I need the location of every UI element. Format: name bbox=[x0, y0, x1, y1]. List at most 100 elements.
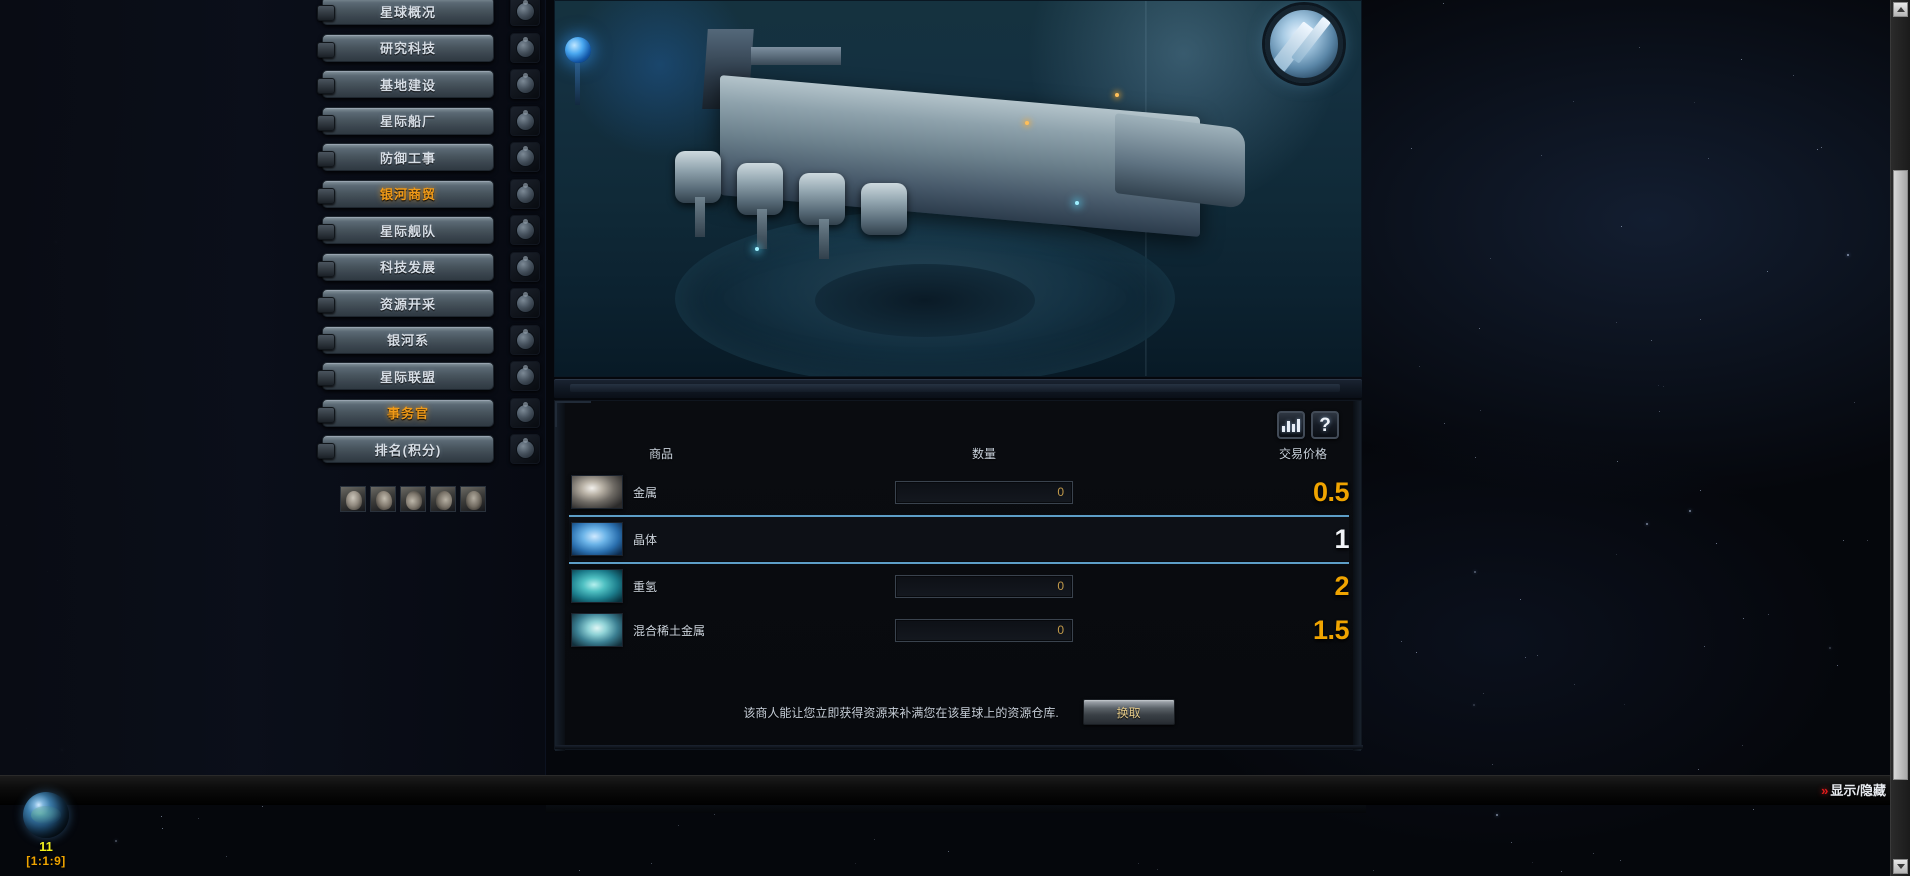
sidebar-item-5[interactable]: 银河商贸 bbox=[317, 179, 494, 208]
current-planet-widget[interactable]: 11 [1:1:9] bbox=[18, 792, 74, 868]
panel-left-rail bbox=[555, 401, 565, 751]
menu-row-10: 星际联盟 bbox=[317, 359, 540, 396]
center-content: ? 商品 数量 交易价格 金属 0.5 晶体 1 重氢 2 混合稀土金属 1.5 该商人能让您… bbox=[546, 0, 1366, 780]
menu-row-3: 星际船厂 bbox=[317, 104, 540, 141]
metal-resource-icon bbox=[571, 475, 623, 509]
sidebar-item-6[interactable]: 星际舰队 bbox=[317, 216, 494, 244]
avatar-2[interactable] bbox=[370, 486, 396, 512]
question-mark-glyph: ? bbox=[1319, 414, 1331, 436]
sidebar-item-label: 银河系 bbox=[386, 333, 429, 348]
table-header-row: 商品 数量 交易价格 bbox=[569, 445, 1349, 470]
planet-globe-icon[interactable] bbox=[23, 792, 69, 838]
scroll-down-button[interactable] bbox=[1893, 859, 1908, 874]
table-row: 金属 0.5 bbox=[569, 470, 1350, 514]
sidebar-item-8[interactable]: 资源开采 bbox=[317, 289, 494, 317]
sidebar-item-label: 星际舰队 bbox=[379, 223, 436, 239]
item-name: 金属 bbox=[633, 485, 658, 500]
panel-right-rail bbox=[1353, 401, 1361, 751]
avatar-5[interactable] bbox=[460, 486, 486, 512]
sidebar-item-label: 星际联盟 bbox=[379, 369, 436, 385]
table-row: 混合稀土金属 1.5 bbox=[569, 608, 1350, 652]
quantity-input[interactable] bbox=[895, 574, 1073, 598]
scrollbar-thumb[interactable] bbox=[1893, 170, 1908, 780]
sidebar-item-7[interactable]: 科技发展 bbox=[317, 252, 494, 281]
menu-row-1: 研究科技 bbox=[317, 31, 540, 68]
sidebar-knob-icon-0[interactable] bbox=[510, 0, 540, 26]
page-scrollbar[interactable] bbox=[1890, 0, 1910, 876]
avatar-1[interactable] bbox=[340, 486, 366, 512]
cell-price: 1.5 bbox=[1312, 614, 1350, 645]
sidebar-item-label: 星际船厂 bbox=[379, 114, 436, 129]
cell-quantity bbox=[819, 517, 1149, 561]
column-header-price: 交易价格 bbox=[1278, 447, 1327, 461]
menu-row-6: 星际舰队 bbox=[317, 213, 540, 250]
scroll-up-button[interactable] bbox=[1893, 2, 1908, 17]
sidebar-knob-icon-3[interactable] bbox=[510, 105, 540, 136]
merchant-trade-panel: ? 商品 数量 交易价格 金属 0.5 晶体 1 重氢 2 混合稀土金属 1.5 该商人能让您… bbox=[554, 400, 1363, 751]
bottom-status-bar bbox=[0, 775, 1890, 805]
main-navigation-menu: 星球概况研究科技基地建设星际船厂防御工事银河商贸星际舰队科技发展资源开采银河系星… bbox=[317, 0, 540, 469]
cell-quantity bbox=[819, 608, 1149, 652]
game-screen: 星球概况研究科技基地建设星际船厂防御工事银河商贸星际舰队科技发展资源开采银河系星… bbox=[0, 0, 1910, 876]
sidebar-item-0[interactable]: 星球概况 bbox=[317, 0, 494, 25]
sidebar-item-label: 科技发展 bbox=[379, 260, 436, 275]
price-chart-icon[interactable] bbox=[1277, 411, 1305, 439]
sidebar-knob-icon-2[interactable] bbox=[510, 69, 540, 99]
trade-footer: 该商人能让您立即获得资源来补满您在该星球上的资源仓库. 换取 bbox=[569, 699, 1349, 725]
cell-quantity bbox=[819, 470, 1149, 514]
hangar-banner-image bbox=[554, 0, 1362, 377]
sidebar-knob-icon-11[interactable] bbox=[510, 397, 540, 428]
avatar-4[interactable] bbox=[430, 486, 456, 512]
sidebar-item-1[interactable]: 研究科技 bbox=[317, 33, 494, 62]
sidebar-knob-icon-12[interactable] bbox=[510, 434, 540, 464]
sidebar-item-label: 基地建设 bbox=[379, 77, 436, 93]
menu-row-9: 银河系 bbox=[317, 323, 540, 360]
sidebar-item-10[interactable]: 星际联盟 bbox=[317, 362, 494, 390]
panel-corner-bracket bbox=[555, 401, 591, 427]
sidebar-knob-icon-9[interactable] bbox=[510, 324, 540, 355]
menu-row-11: 事务官 bbox=[317, 396, 540, 433]
cell-price: 2 bbox=[1334, 570, 1349, 601]
sidebar-knob-icon-1[interactable] bbox=[510, 32, 540, 63]
sidebar-item-4[interactable]: 防御工事 bbox=[317, 143, 494, 171]
toggle-show-hide-button[interactable]: » 显示/隐藏 bbox=[1821, 780, 1886, 799]
quantity-input[interactable] bbox=[895, 618, 1073, 642]
quantity-input[interactable] bbox=[895, 480, 1073, 504]
menu-row-12: 排名(积分) bbox=[317, 432, 540, 469]
cell-item: 金属 bbox=[569, 470, 819, 514]
sidebar-item-9[interactable]: 银河系 bbox=[317, 325, 494, 354]
menu-row-0: 星球概况 bbox=[317, 0, 540, 31]
trade-table-head: 商品 数量 交易价格 bbox=[569, 445, 1349, 470]
sidebar-knob-icon-5[interactable] bbox=[510, 178, 540, 209]
sidebar-item-12[interactable]: 排名(积分) bbox=[317, 435, 494, 463]
avatar-3[interactable] bbox=[400, 486, 426, 512]
sidebar-knob-icon-7[interactable] bbox=[510, 251, 540, 282]
chevron-down-icon bbox=[1896, 864, 1905, 869]
station-nose bbox=[1115, 113, 1245, 209]
help-question-icon[interactable]: ? bbox=[1311, 411, 1339, 439]
menu-row-5: 银河商贸 bbox=[317, 177, 540, 214]
crystal-resource-icon bbox=[571, 522, 623, 556]
sidebar-item-label: 防御工事 bbox=[379, 150, 436, 166]
sidebar-knob-icon-8[interactable] bbox=[510, 288, 540, 318]
merchant-description: 该商人能让您立即获得资源来补满您在该星球上的资源仓库. bbox=[743, 705, 1059, 720]
deuterium-resource-icon bbox=[571, 569, 623, 603]
cell-item: 混合稀土金属 bbox=[569, 608, 819, 652]
sidebar-knob-icon-10[interactable] bbox=[510, 361, 540, 391]
sidebar-item-label: 研究科技 bbox=[379, 41, 436, 56]
sidebar-item-11[interactable]: 事务官 bbox=[317, 398, 494, 427]
planet-name: 11 bbox=[39, 839, 53, 854]
sidebar-item-2[interactable]: 基地建设 bbox=[317, 70, 494, 98]
menu-row-7: 科技发展 bbox=[317, 250, 540, 287]
porthole-window-icon bbox=[1265, 5, 1343, 83]
sidebar-knob-icon-6[interactable] bbox=[510, 215, 540, 245]
sidebar-item-3[interactable]: 星际船厂 bbox=[317, 106, 494, 135]
sidebar-knob-icon-4[interactable] bbox=[510, 142, 540, 172]
panel-bottom-edge bbox=[555, 745, 1363, 749]
chevron-up-icon bbox=[1896, 7, 1905, 12]
planet-coordinates: [1:1:9] bbox=[26, 854, 66, 868]
column-header-item: 商品 bbox=[649, 447, 674, 461]
left-sidebar: 星球概况研究科技基地建设星际船厂防御工事银河商贸星际舰队科技发展资源开采银河系星… bbox=[0, 0, 546, 775]
exchange-button[interactable]: 换取 bbox=[1082, 699, 1175, 725]
sidebar-item-label: 银河商贸 bbox=[379, 187, 436, 202]
